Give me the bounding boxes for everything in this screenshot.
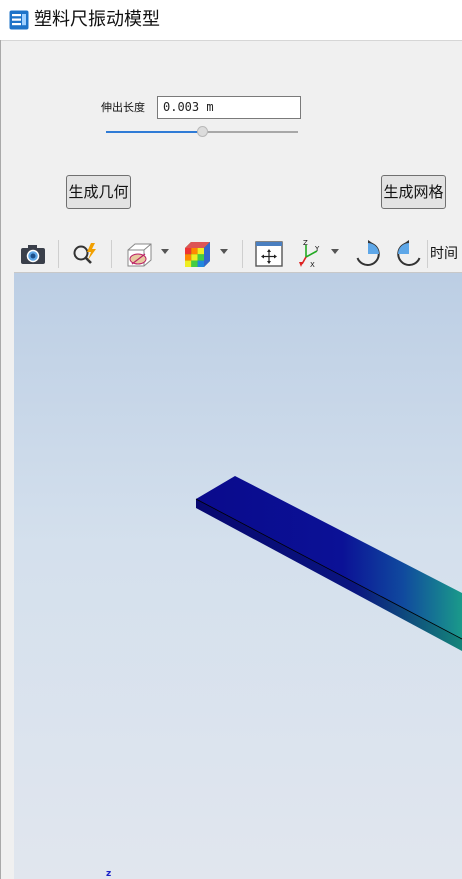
beam-top-face bbox=[196, 476, 462, 639]
beam-model bbox=[195, 476, 462, 651]
svg-text:Z: Z bbox=[303, 239, 308, 247]
zoom-lightning-icon[interactable] bbox=[70, 239, 102, 269]
slider-track bbox=[202, 131, 298, 133]
axes-dropdown-icon[interactable] bbox=[331, 249, 339, 254]
graphics-toolbar: Z Y X 时间 bbox=[14, 236, 462, 273]
rotate-right-icon[interactable] bbox=[394, 239, 424, 269]
length-input[interactable]: 0.003 m bbox=[157, 96, 301, 119]
length-label: 伸出长度 bbox=[101, 101, 145, 114]
color-cube-icon[interactable] bbox=[180, 239, 214, 269]
toolbar-separator bbox=[242, 240, 243, 268]
build-geometry-button[interactable]: 生成几何 bbox=[66, 175, 131, 209]
window-border bbox=[0, 40, 1, 879]
svg-text:Y: Y bbox=[314, 245, 320, 253]
transparency-icon[interactable] bbox=[122, 239, 156, 269]
time-label[interactable]: 时间 bbox=[430, 245, 458, 263]
app-icon bbox=[9, 10, 29, 30]
zoom-extents-icon[interactable] bbox=[253, 239, 285, 269]
toolbar-separator bbox=[58, 240, 59, 268]
toolbar-separator bbox=[427, 240, 428, 268]
build-mesh-button[interactable]: 生成网格 bbox=[381, 175, 446, 209]
axis-z-label: z bbox=[106, 869, 112, 879]
toolbar-separator bbox=[111, 240, 112, 268]
graphics-viewport[interactable]: z bbox=[14, 273, 462, 879]
title-bar: 塑料尺振动模型 bbox=[0, 0, 462, 41]
rotate-left-icon[interactable] bbox=[353, 239, 383, 269]
slider-track-filled bbox=[106, 131, 202, 133]
camera-icon[interactable] bbox=[18, 239, 48, 269]
svg-text:X: X bbox=[310, 261, 315, 269]
color-dropdown-icon[interactable] bbox=[220, 249, 228, 254]
slider-thumb[interactable] bbox=[197, 126, 208, 137]
length-slider[interactable] bbox=[106, 124, 298, 140]
transparency-dropdown-icon[interactable] bbox=[161, 249, 169, 254]
window-title: 塑料尺振动模型 bbox=[34, 9, 160, 30]
axes-orientation-icon[interactable]: Z Y X bbox=[296, 239, 324, 269]
